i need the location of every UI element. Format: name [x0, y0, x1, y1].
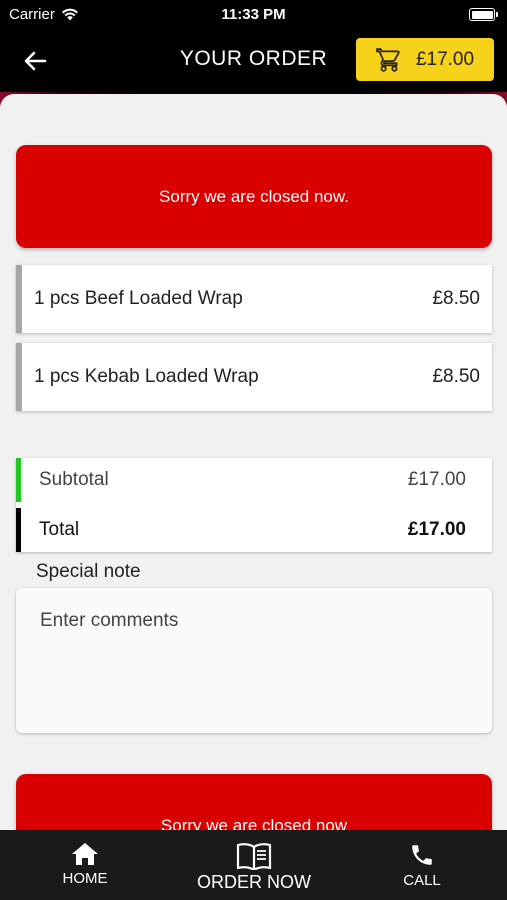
- cart-total: £17.00: [415, 48, 475, 70]
- battery-icon: [469, 8, 498, 21]
- bottom-closed-banner: Sorry we are closed now: [16, 774, 492, 830]
- total-label: Total: [39, 519, 80, 540]
- bottom-nav: HOME ORDER NOW CALL: [0, 830, 507, 900]
- home-icon: [72, 843, 98, 865]
- order-content: Sorry we are closed now. 1 pcs Beef Load…: [0, 94, 507, 830]
- comments-input[interactable]: [16, 588, 492, 733]
- subtotal-row: Subtotal £17.00: [16, 458, 492, 502]
- order-item-price: £8.50: [432, 366, 480, 387]
- subtotal-label: Subtotal: [39, 469, 109, 490]
- order-item[interactable]: 1 pcs Beef Loaded Wrap £8.50: [16, 265, 492, 333]
- bottom-closed-message: Sorry we are closed now: [160, 816, 348, 830]
- order-item-price: £8.50: [432, 288, 480, 309]
- special-note-label: Special note: [36, 561, 141, 582]
- order-item[interactable]: 1 pcs Kebab Loaded Wrap £8.50: [16, 343, 492, 411]
- nav-home[interactable]: HOME: [55, 842, 115, 887]
- nav-home-label: HOME: [62, 870, 108, 887]
- total-row: Total £17.00: [16, 508, 492, 552]
- closed-banner: Sorry we are closed now.: [16, 145, 492, 248]
- app-header: YOUR ORDER £17.00: [0, 30, 507, 92]
- nav-order-now[interactable]: ORDER NOW: [188, 842, 320, 893]
- status-bar: Carrier 11:33 PM: [0, 0, 507, 30]
- nav-call-label: CALL: [403, 872, 441, 889]
- closed-message: Sorry we are closed now.: [159, 186, 349, 206]
- totals-card: Subtotal £17.00 Total £17.00: [16, 458, 492, 552]
- menu-book-icon: [236, 843, 272, 870]
- order-item-name: 1 pcs Kebab Loaded Wrap: [34, 366, 259, 387]
- status-time: 11:33 PM: [221, 6, 286, 23]
- order-item-name: 1 pcs Beef Loaded Wrap: [34, 288, 243, 309]
- shopping-cart-icon: [376, 47, 400, 72]
- phone-icon: [412, 845, 432, 865]
- cart-button[interactable]: £17.00: [356, 38, 494, 81]
- nav-order-now-label: ORDER NOW: [197, 872, 311, 892]
- nav-call[interactable]: CALL: [392, 842, 452, 889]
- subtotal-value: £17.00: [407, 469, 466, 490]
- back-button[interactable]: [20, 46, 50, 76]
- total-value: £17.00: [407, 519, 466, 540]
- arrow-left-icon: [24, 51, 47, 71]
